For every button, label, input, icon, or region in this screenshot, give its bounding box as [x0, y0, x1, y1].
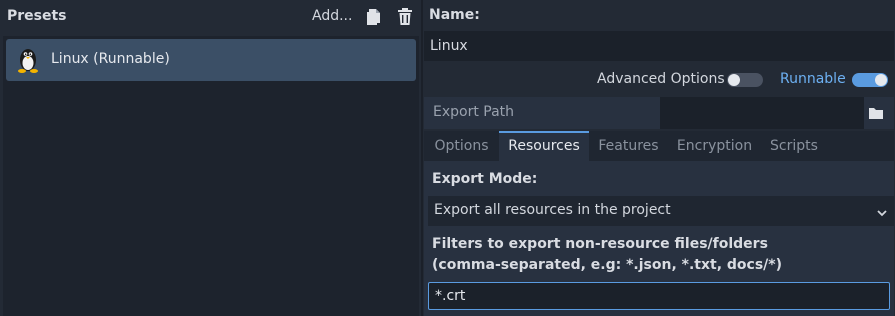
folder-icon[interactable]: [868, 105, 886, 121]
preset-item-linux[interactable]: Linux (Runnable): [6, 39, 416, 81]
runnable-toggle[interactable]: [852, 73, 888, 87]
export-mode-label: Export Mode:: [432, 171, 538, 187]
preset-list: Linux (Runnable): [3, 36, 419, 316]
advanced-options-toggle[interactable]: [727, 73, 763, 87]
toggle-knob: [728, 74, 740, 86]
tab-resources[interactable]: Resources: [499, 131, 589, 161]
tab-options[interactable]: Options: [424, 131, 499, 161]
export-mode-select[interactable]: Export all resources in the project: [428, 196, 894, 226]
tab-bar: Options Resources Features Encryption Sc…: [424, 131, 894, 161]
chevron-down-icon: [876, 204, 888, 223]
export-path-label: Export Path: [433, 104, 515, 120]
name-label: Name:: [429, 7, 480, 23]
filters-label-line2: (comma-separated, e.g: *.json, *.txt, do…: [432, 257, 783, 273]
resources-tab-content: Export Mode: Export all resources in the…: [424, 161, 894, 316]
filters-label-line1: Filters to export non-resource files/fol…: [432, 236, 768, 252]
filters-input[interactable]: [428, 282, 890, 310]
name-field[interactable]: [424, 31, 894, 61]
preset-details-panel: Name: Advanced Options Runnable Export P…: [423, 0, 895, 316]
tab-encryption[interactable]: Encryption: [668, 131, 761, 161]
presets-header: Presets Add...: [0, 0, 422, 34]
add-preset-button[interactable]: Add...: [312, 8, 352, 24]
advanced-options-label: Advanced Options: [597, 71, 725, 87]
toggle-knob: [875, 74, 887, 86]
duplicate-icon[interactable]: [366, 8, 384, 26]
trash-icon[interactable]: [397, 8, 415, 26]
presets-panel: Presets Add... Linux (Runnable): [0, 0, 422, 316]
runnable-label: Runnable: [780, 71, 846, 87]
export-path-row: Export Path: [424, 97, 894, 129]
presets-title: Presets: [7, 8, 67, 24]
preset-item-label: Linux (Runnable): [51, 51, 170, 67]
export-path-input[interactable]: [660, 97, 864, 129]
tab-features[interactable]: Features: [589, 131, 668, 161]
filters-label: Filters to export non-resource files/fol…: [432, 234, 892, 276]
tab-scripts[interactable]: Scripts: [761, 131, 827, 161]
export-dialog: Presets Add... Linux (Runnable) Name: Li…: [0, 0, 895, 316]
export-mode-value: Export all resources in the project: [434, 202, 671, 218]
linux-tux-icon: [16, 47, 40, 77]
